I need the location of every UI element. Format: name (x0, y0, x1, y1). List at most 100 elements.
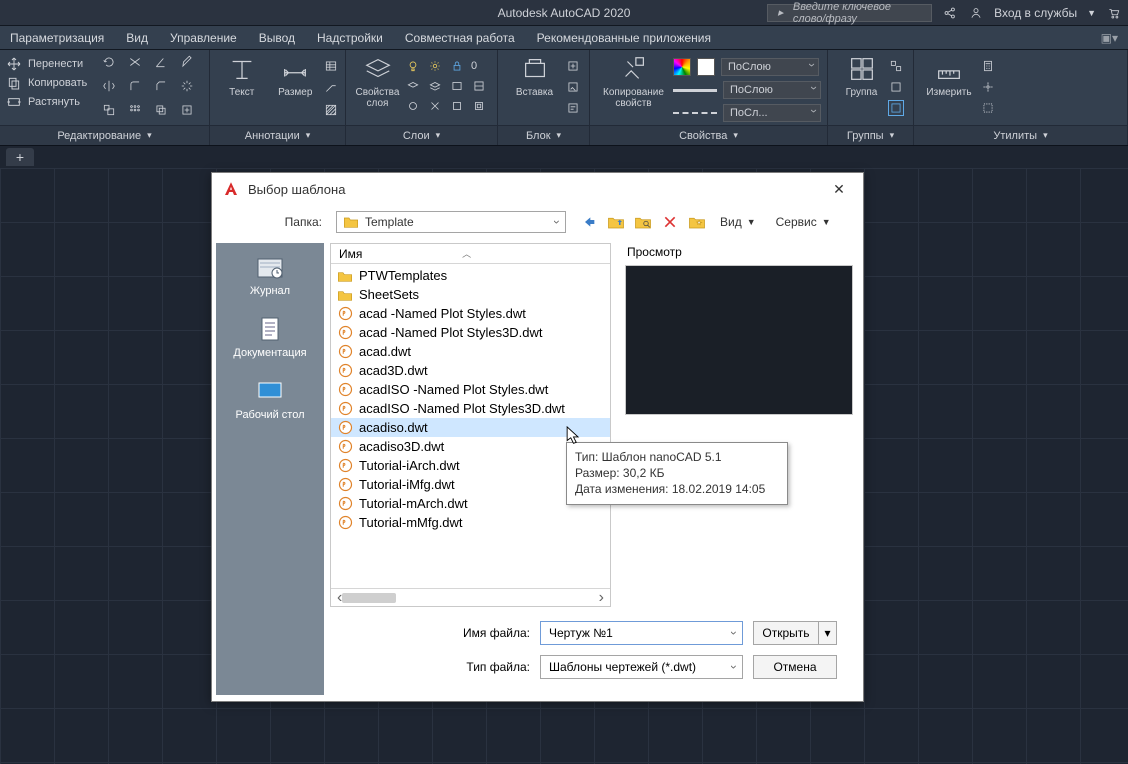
up-folder-icon[interactable] (607, 213, 625, 231)
menu-item[interactable]: Надстройки (317, 31, 383, 45)
layer-tool-icon[interactable] (449, 98, 465, 114)
copy-button[interactable]: Копировать (6, 75, 99, 91)
select-icon[interactable] (980, 100, 996, 116)
menu-item[interactable]: Вид (126, 31, 148, 45)
array-icon[interactable] (127, 102, 143, 118)
menu-item[interactable]: Рекомендованные приложения (537, 31, 711, 45)
leader-icon[interactable] (323, 80, 339, 96)
layer-props-button[interactable]: Свойства слоя (352, 54, 403, 109)
calc-icon[interactable] (980, 58, 996, 74)
place-documents[interactable]: Документация (233, 315, 306, 359)
list-item[interactable]: acad3D.dwt (331, 361, 610, 380)
plus-icon[interactable] (179, 102, 195, 118)
panel-caption[interactable]: Слои (403, 130, 430, 142)
filetype-combo[interactable]: Шаблоны чертежей (*.dwt) (540, 655, 743, 679)
close-button[interactable]: ✕ (825, 177, 853, 201)
panel-caption[interactable]: Блок (526, 130, 551, 142)
share-icon[interactable] (942, 5, 958, 21)
list-item[interactable]: SheetSets (331, 285, 610, 304)
back-icon[interactable] (580, 213, 598, 231)
measure-button[interactable]: Измерить (920, 54, 978, 98)
panel-caption[interactable]: Редактирование (57, 130, 141, 142)
new-tab-button[interactable]: + (6, 148, 34, 166)
open-button[interactable]: Открыть (753, 621, 819, 645)
create-block-icon[interactable] (565, 58, 581, 74)
horizontal-scrollbar[interactable]: ‹› (331, 588, 610, 606)
explode-icon[interactable] (179, 78, 195, 94)
dwt-file-icon (337, 458, 353, 474)
group-edit-icon[interactable] (888, 79, 904, 95)
layer-tool-icon[interactable] (471, 78, 487, 94)
point-icon[interactable] (980, 79, 996, 95)
list-item[interactable]: Tutorial-mMfg.dwt (331, 513, 610, 532)
menu-item[interactable]: Вывод (259, 31, 295, 45)
open-dropdown-button[interactable]: ▾ (819, 621, 837, 645)
list-item[interactable]: acadiso.dwt (331, 418, 610, 437)
list-item[interactable]: acad.dwt (331, 342, 610, 361)
filename-input[interactable]: Чертуж №1 (540, 621, 743, 645)
new-folder-icon[interactable] (688, 213, 706, 231)
text-button[interactable]: Текст (216, 54, 268, 98)
offset-icon[interactable] (153, 102, 169, 118)
cart-icon[interactable] (1106, 5, 1122, 21)
group-button[interactable]: Группа (838, 54, 886, 98)
hatch-icon[interactable] (323, 102, 339, 118)
list-item[interactable]: acadISO -Named Plot Styles.dwt (331, 380, 610, 399)
layer-tool-icon[interactable] (471, 98, 487, 114)
menu-expand-icon[interactable]: ▣▾ (1101, 31, 1118, 45)
insert-block-button[interactable]: Вставка (507, 54, 563, 98)
edit-block-icon[interactable] (565, 79, 581, 95)
panel-caption[interactable]: Аннотации (245, 130, 300, 142)
dwt-file-icon (337, 306, 353, 322)
lineweight-combo[interactable]: ПоСлою (673, 81, 821, 99)
rotate-icon[interactable] (101, 54, 117, 70)
match-props-button[interactable]: Копирование свойств (596, 54, 671, 109)
layer-tool-icon[interactable] (449, 78, 465, 94)
ungroup-icon[interactable] (888, 58, 904, 74)
delete-icon[interactable] (661, 213, 679, 231)
table-icon[interactable] (323, 58, 339, 74)
menu-item[interactable]: Параметризация (10, 31, 104, 45)
view-menu[interactable]: Вид▼ (720, 215, 756, 229)
search-folder-icon[interactable] (634, 213, 652, 231)
group-sel-icon[interactable] (888, 100, 904, 116)
menu-item[interactable]: Управление (170, 31, 237, 45)
folder-combo[interactable]: Template (336, 211, 566, 233)
brush-icon[interactable] (179, 54, 195, 70)
service-menu[interactable]: Сервис▼ (776, 215, 831, 229)
fillet-icon[interactable] (127, 78, 143, 94)
place-history[interactable]: Журнал (250, 253, 290, 297)
mirror-icon[interactable] (101, 78, 117, 94)
move-button[interactable]: Перенести (6, 56, 99, 72)
layer-tool-icon[interactable] (405, 78, 421, 94)
attr-block-icon[interactable] (565, 100, 581, 116)
column-header[interactable]: Имя ︿ (331, 244, 610, 264)
menu-item[interactable]: Совместная работа (405, 31, 515, 45)
login-link[interactable]: Вход в службы (994, 6, 1077, 20)
help-search[interactable]: ▸ Введите ключевое слово/фразу (767, 4, 932, 22)
list-item[interactable]: acad -Named Plot Styles.dwt (331, 304, 610, 323)
cancel-button[interactable]: Отмена (753, 655, 837, 679)
trim-icon[interactable] (127, 54, 143, 70)
layer-combo[interactable]: 0 (405, 58, 491, 74)
color-combo[interactable]: ПоСлою (673, 58, 821, 76)
panel-caption[interactable]: Свойства (679, 130, 727, 142)
angle-icon[interactable] (153, 54, 169, 70)
list-item[interactable]: acadISO -Named Plot Styles3D.dwt (331, 399, 610, 418)
place-desktop[interactable]: Рабочий стол (235, 377, 304, 421)
panel-caption[interactable]: Группы (847, 130, 884, 142)
linetype-combo[interactable]: ПоСл... (673, 104, 821, 122)
dimension-button[interactable]: Размер (270, 54, 322, 98)
scale-icon[interactable] (101, 102, 117, 118)
chamfer-icon[interactable] (153, 78, 169, 94)
list-item[interactable]: PTWTemplates (331, 266, 610, 285)
user-icon[interactable] (968, 5, 984, 21)
file-list[interactable]: Имя ︿ PTWTemplatesSheetSetsacad -Named P… (330, 243, 611, 607)
stretch-button[interactable]: Растянуть (6, 94, 99, 110)
layer-tool-icon[interactable] (405, 98, 421, 114)
autocad-logo-icon (222, 180, 240, 198)
list-item[interactable]: acad -Named Plot Styles3D.dwt (331, 323, 610, 342)
layer-tool-icon[interactable] (427, 78, 443, 94)
panel-caption[interactable]: Утилиты (993, 130, 1037, 142)
layer-tool-icon[interactable] (427, 98, 443, 114)
